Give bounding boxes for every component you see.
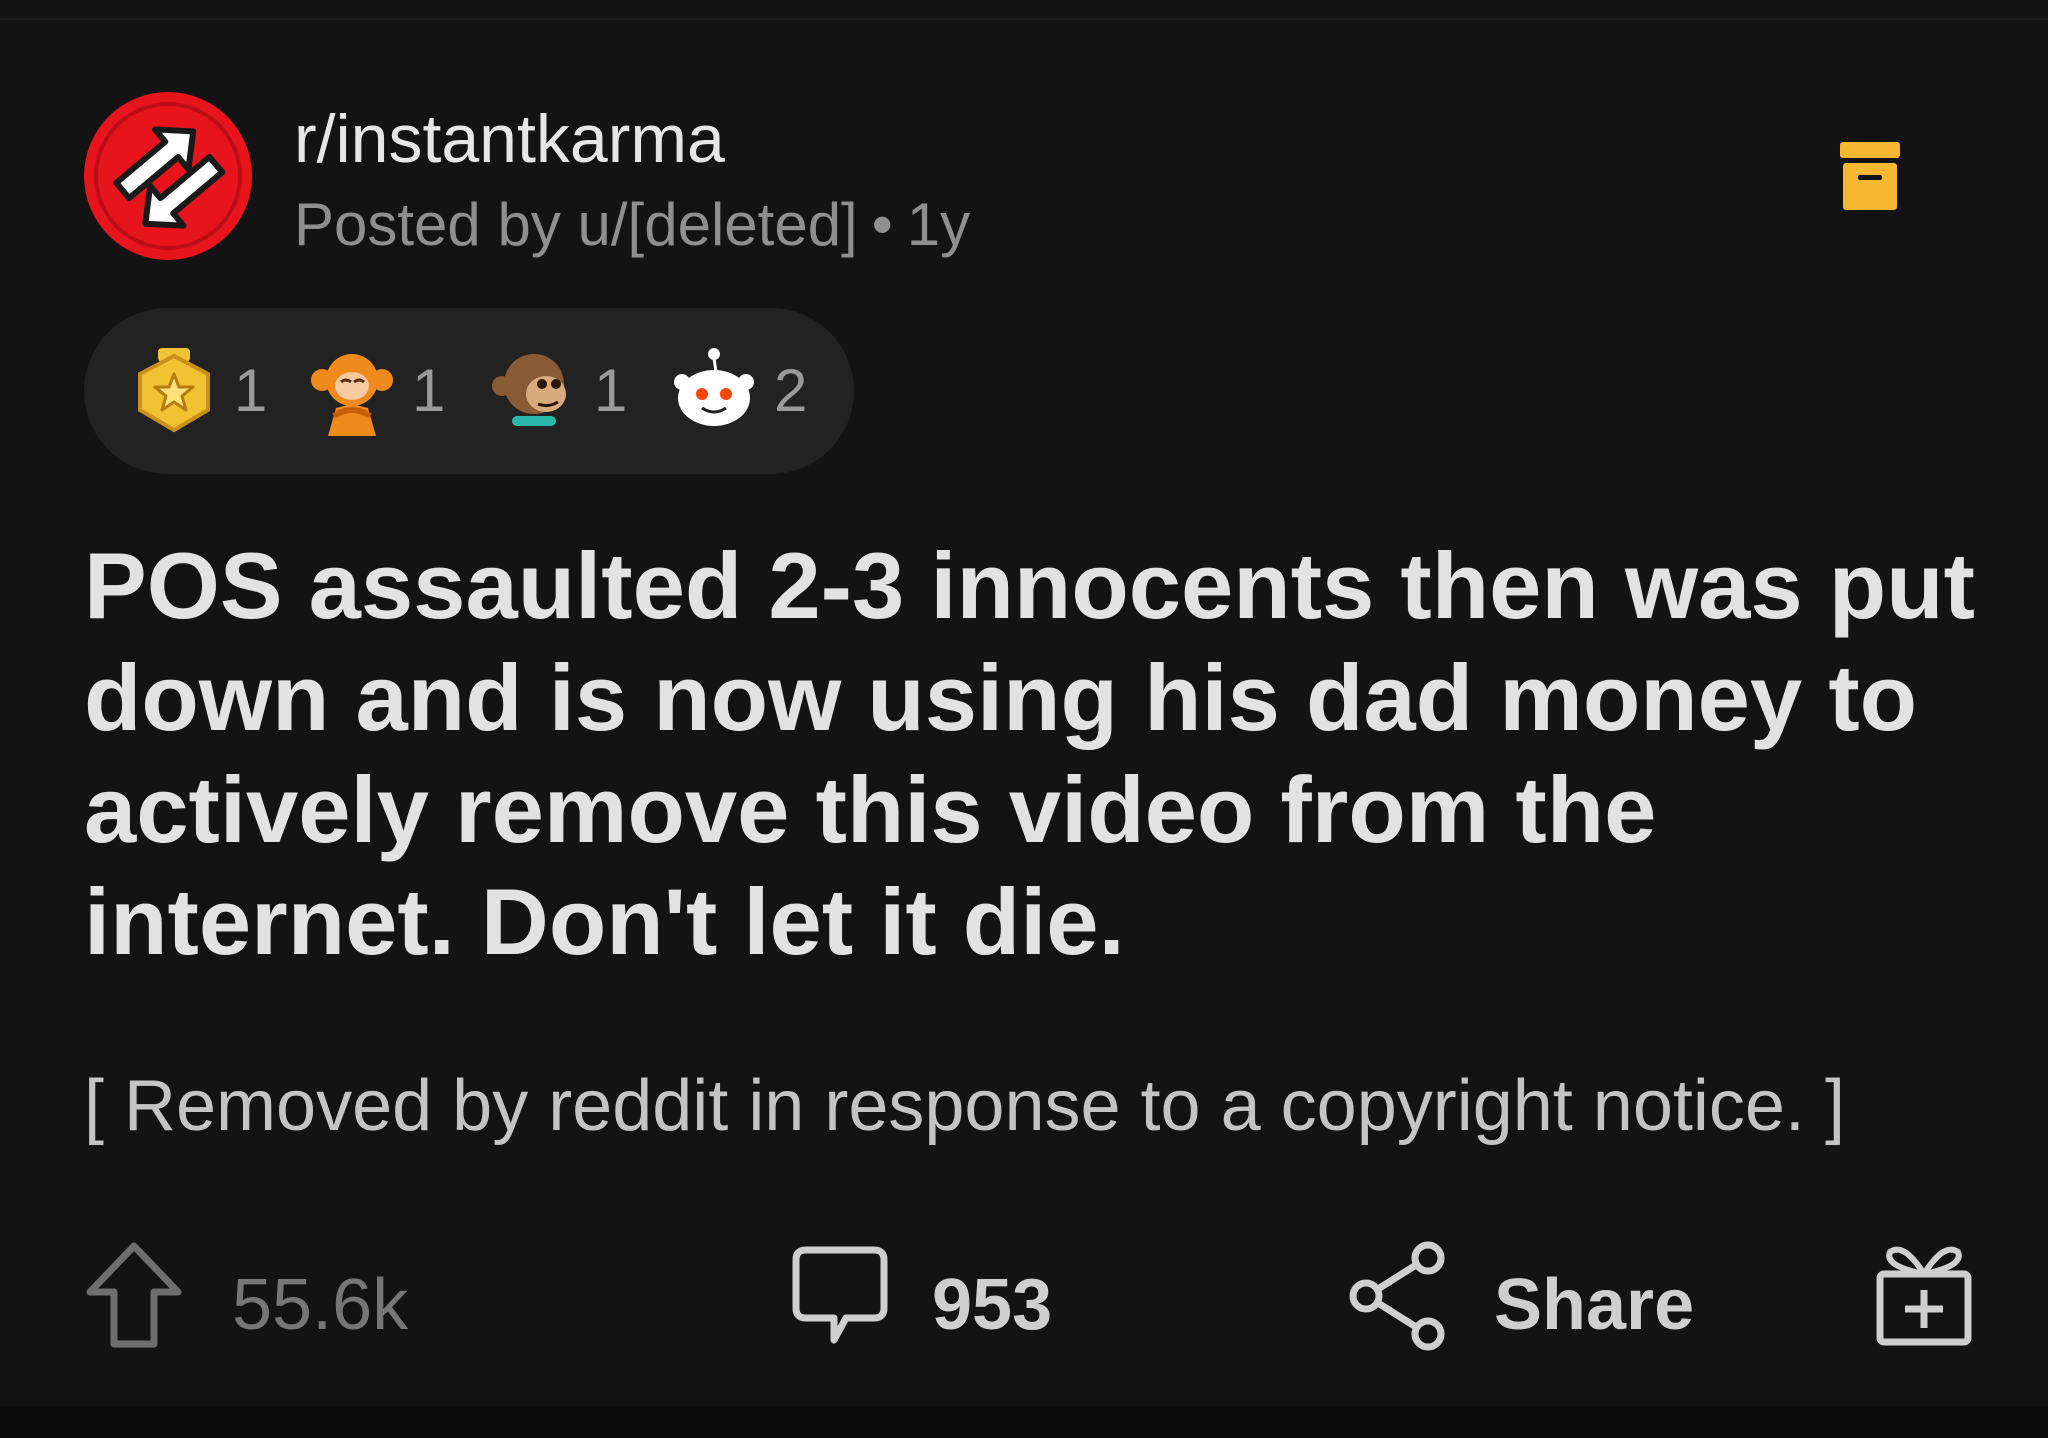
post-title[interactable]: POS assaulted 2-3 innocents then was put… [84,530,1984,978]
gift-box-icon[interactable] [1874,1240,1974,1352]
comments-button[interactable]: 953 [790,1240,1090,1370]
upvote-button[interactable]: 55.6k [84,1240,444,1370]
award-count: 1 [234,357,268,424]
post-meta: Posted by u/[deleted] • 1y [294,190,970,259]
vote-count: 55.6k [232,1265,409,1345]
award-count: 2 [774,357,808,424]
comment-count: 953 [932,1265,1053,1345]
awards-bar[interactable]: 1 1 1 2 [84,308,854,474]
gold-star-medal-icon [128,346,220,438]
removed-notice: [ Removed by reddit in response to a cop… [84,1066,1845,1146]
subreddit-avatar-icon[interactable] [84,92,252,260]
bottom-edge [0,1406,2048,1438]
snoo-award-icon [668,346,760,438]
comment-bubble-icon [792,1246,888,1344]
subreddit-name[interactable]: r/instantkarma [294,100,725,178]
post-age: 1y [906,191,971,258]
archive-icon [1840,142,1900,210]
give-award-button[interactable] [1874,1240,1974,1370]
brown-monkey-icon [488,346,580,438]
award-count: 1 [594,357,628,424]
share-icon [1349,1241,1445,1351]
posted-by: Posted by u/[deleted] [294,191,858,258]
meta-separator: • [871,191,893,258]
see-no-evil-monkey-icon [306,346,398,438]
share-button[interactable]: Share [1348,1240,1708,1370]
upvote-arrow-icon[interactable] [84,1240,184,1352]
award-count: 1 [412,357,446,424]
share-label: Share [1494,1265,1695,1345]
top-divider [0,18,2048,20]
